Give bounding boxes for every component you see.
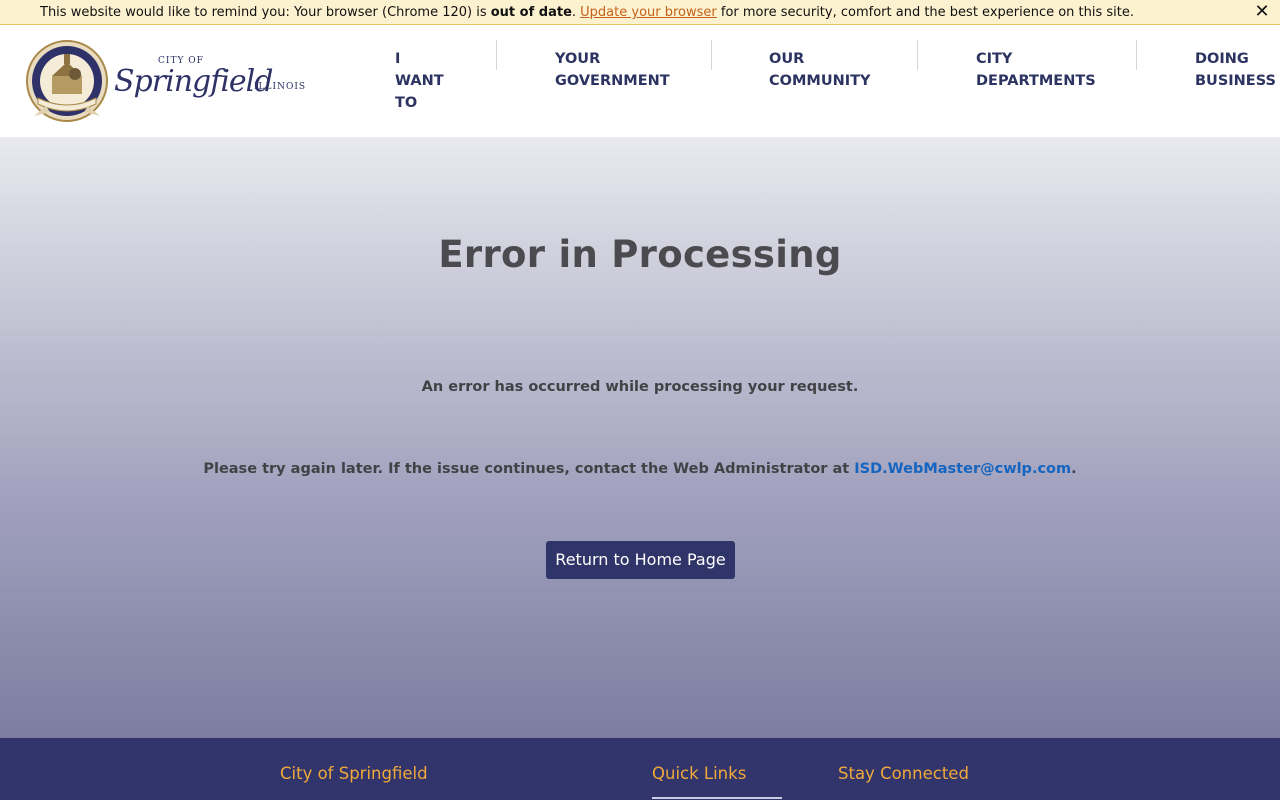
contact-message: Please try again later. If the issue con… [0, 461, 1280, 477]
contact-end: . [1071, 461, 1077, 477]
city-seal-icon [26, 40, 108, 122]
footer-link-cutoff [652, 796, 792, 800]
nav-label-line: YOUR [555, 51, 601, 67]
city-wordmark: CITY OF Springfield ILLINOIS [114, 56, 305, 110]
admin-email-link[interactable]: ISD.WebMaster@cwlp.com [854, 461, 1071, 477]
nav-label-line: GOVERNMENT [555, 73, 670, 89]
nav-label-line: TO [395, 95, 418, 111]
nav-label-line: OUR [769, 51, 805, 67]
page-title: Error in Processing [438, 233, 842, 276]
nav-divider [711, 40, 712, 70]
nav-divider [1136, 40, 1137, 70]
nav-item-doing-business[interactable]: DOING BUSINESS [1195, 48, 1276, 92]
nav-label-line: DOING [1195, 51, 1249, 67]
city-logo[interactable]: CITY OF Springfield ILLINOIS [26, 40, 305, 124]
nav-label-line: CITY [976, 51, 1013, 67]
error-hero: Error in Processing An error has occurre… [0, 137, 1280, 738]
nav-divider [917, 40, 918, 70]
nav-item-our-community[interactable]: OUR COMMUNITY [769, 48, 871, 92]
nav-item-your-government[interactable]: YOUR GOVERNMENT [555, 48, 670, 92]
return-home-button[interactable]: Return to Home Page [546, 541, 735, 579]
update-browser-link[interactable]: Update your browser [580, 5, 717, 20]
banner-bold-text: out of date [490, 5, 572, 20]
footer-heading-quick-links: Quick Links [652, 764, 747, 783]
nav-label-line: DEPARTMENTS [976, 73, 1096, 89]
nav-label-line: COMMUNITY [769, 73, 871, 89]
footer-heading-stay-connected: Stay Connected [838, 764, 969, 783]
banner-text-before: This website would like to remind you: Y… [40, 5, 491, 20]
nav-label-line: WANT [395, 73, 444, 89]
nav-label-line: BUSINESS [1195, 73, 1276, 89]
nav-item-i-want-to[interactable]: I WANT TO [395, 48, 444, 114]
banner-text-mid: . [571, 5, 581, 20]
outdated-browser-banner: This website would like to remind you: Y… [0, 0, 1280, 25]
site-header: CITY OF Springfield ILLINOIS I WANT TO Y… [0, 26, 1280, 137]
footer-heading-city: City of Springfield [280, 764, 428, 783]
wordmark-state: ILLINOIS [254, 82, 307, 92]
banner-text-after: for more security, comfort and the best … [716, 5, 1135, 20]
contact-text: Please try again later. If the issue con… [203, 461, 855, 477]
site-footer: City of Springfield Quick Links Stay Con… [0, 738, 1280, 800]
nav-label-line: I [395, 51, 401, 67]
nav-item-city-departments[interactable]: CITY DEPARTMENTS [976, 48, 1096, 92]
nav-divider [496, 40, 497, 70]
error-message: An error has occurred while processing y… [421, 379, 859, 395]
close-icon[interactable]: ✕ [1252, 0, 1272, 25]
wordmark-springfield: Springfield [114, 64, 273, 99]
